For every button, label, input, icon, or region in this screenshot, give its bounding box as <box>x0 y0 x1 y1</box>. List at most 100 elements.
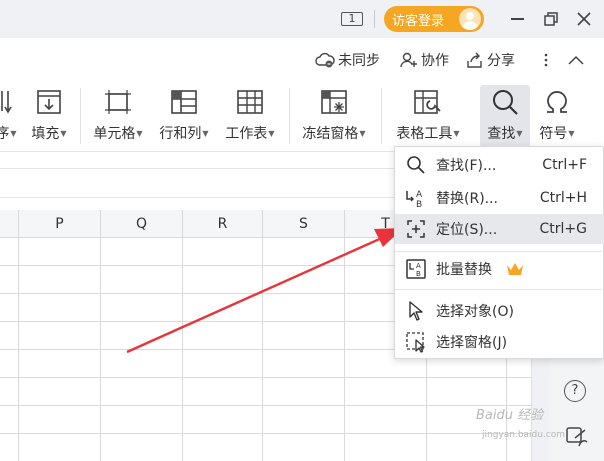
column-header-r[interactable]: R <box>182 210 262 238</box>
grid-line <box>182 238 183 461</box>
ribbon-find-button[interactable]: 查找▼ <box>480 85 530 147</box>
title-divider <box>374 10 375 28</box>
ribbon-sort-button[interactable]: 序▼ <box>0 85 20 147</box>
cloud-sync-icon <box>315 52 335 68</box>
ribbon-table-tools-label: 表格工具 <box>396 126 453 142</box>
menu-item-select-objects-label: 选择对象(O) <box>436 304 514 320</box>
sync-status-label: 未同步 <box>338 53 380 69</box>
menu-divider <box>395 289 604 290</box>
minimize-button[interactable] <box>505 6 529 32</box>
ribbon-toolbar: 序▼ 填充▼ 单元格▼ 行和列▼ 工作表▼ 冻结窗格▼ 表格工具▼ 查找▼ 符号… <box>0 82 604 152</box>
ribbon-rows-columns-button[interactable]: 行和列▼ <box>154 85 214 147</box>
visitor-login-button[interactable]: 访客登录 <box>384 6 484 32</box>
restore-icon <box>544 12 558 26</box>
locate-icon <box>407 220 425 238</box>
page-count-value: 1 <box>341 12 363 26</box>
avatar-icon <box>459 8 481 30</box>
share-label: 分享 <box>487 53 515 69</box>
ribbon-divider <box>80 88 81 144</box>
ribbon-cell-button[interactable]: 单元格▼ <box>88 85 148 147</box>
replace-icon: AB <box>406 190 423 209</box>
table-tools-icon <box>414 90 441 114</box>
collaborate-button[interactable]: 协作 <box>400 50 449 70</box>
restore-button[interactable] <box>539 6 563 32</box>
menu-item-goto[interactable]: 定位(S)... Ctrl+G <box>395 214 604 244</box>
menu-item-find-shortcut: Ctrl+F <box>542 157 587 173</box>
grid-line <box>100 238 101 461</box>
visitor-login-label: 访客登录 <box>392 13 445 29</box>
svg-text:A: A <box>416 190 423 200</box>
grid-line <box>344 238 345 461</box>
menu-item-batch-replace-label: 批量替换 <box>436 262 492 278</box>
ribbon-find-label: 查找 <box>487 126 516 142</box>
page-count-button[interactable]: 1 <box>337 6 367 32</box>
ribbon-worksheet-button[interactable]: 工作表▼ <box>220 85 280 147</box>
ribbon-freeze-panes-button[interactable]: 冻结窗格▼ <box>296 85 372 147</box>
grid-line <box>18 238 19 461</box>
sync-status-button[interactable]: 未同步 <box>315 50 380 70</box>
search-icon <box>407 156 425 174</box>
column-header-q[interactable]: Q <box>100 210 182 238</box>
fill-icon <box>37 90 61 114</box>
menu-item-find[interactable]: 查找(F)... Ctrl+F <box>395 150 604 180</box>
menu-item-selection-pane[interactable]: 选择窗格(J) <box>395 327 604 357</box>
ribbon-sort-label: 序 <box>0 126 10 142</box>
watermark-url: jingyan.baidu.com <box>482 430 566 440</box>
menu-item-goto-label: 定位(S)... <box>436 222 498 238</box>
ribbon-rows-columns-label: 行和列 <box>159 126 202 142</box>
menu-divider <box>395 251 604 252</box>
share-button[interactable]: 分享 <box>466 50 515 70</box>
help-button[interactable]: ? <box>564 380 586 402</box>
sort-icon <box>1 91 12 114</box>
ribbon-fill-label: 填充 <box>31 126 60 142</box>
ribbon-divider <box>289 88 290 144</box>
cursor-icon <box>409 301 423 321</box>
menu-item-replace[interactable]: AB 替换(R)... Ctrl+H <box>395 183 604 213</box>
freeze-panes-icon <box>321 90 347 114</box>
cell-icon <box>105 90 131 114</box>
ribbon-divider <box>381 88 382 144</box>
menu-item-find-label: 查找(F)... <box>436 158 497 174</box>
column-header-s[interactable]: S <box>262 210 344 238</box>
ribbon-fill-button[interactable]: 填充▼ <box>26 85 72 147</box>
ribbon-symbol-button[interactable]: 符号▼ <box>534 85 580 147</box>
share-icon <box>467 52 482 68</box>
menu-item-batch-replace[interactable]: AB 批量替换 <box>395 254 604 284</box>
omega-symbol-icon <box>547 91 567 113</box>
menu-item-select-objects[interactable]: 选择对象(O) <box>395 296 604 326</box>
ribbon-worksheet-label: 工作表 <box>225 126 268 142</box>
ribbon-symbol-label: 符号 <box>539 126 568 142</box>
batch-replace-icon: AB <box>406 259 426 279</box>
ribbon-table-tools-button[interactable]: 表格工具▼ <box>390 85 466 147</box>
find-dropdown-menu: 查找(F)... Ctrl+F AB 替换(R)... Ctrl+H 定位(S)… <box>394 146 604 359</box>
collapse-ribbon-button[interactable] <box>568 50 587 70</box>
collab-bar: 未同步 协作 分享 <box>0 38 604 82</box>
search-icon <box>493 90 518 115</box>
menu-item-replace-shortcut: Ctrl+H <box>539 190 587 206</box>
collaborate-label: 协作 <box>421 53 449 69</box>
collaborate-icon <box>400 52 417 68</box>
menu-item-goto-shortcut: Ctrl+G <box>539 221 588 237</box>
title-bar: 1 访客登录 <box>0 0 604 38</box>
crown-icon <box>506 262 524 280</box>
minimize-icon <box>510 18 524 20</box>
more-options-button[interactable] <box>543 50 552 70</box>
svg-text:A: A <box>416 262 421 270</box>
grid-line <box>262 238 263 461</box>
more-vertical-icon <box>544 53 548 67</box>
close-button[interactable] <box>572 6 596 32</box>
watermark-brand: Baidu 经验 <box>476 408 544 423</box>
svg-text:B: B <box>416 270 421 278</box>
ribbon-cell-label: 单元格 <box>93 126 136 142</box>
format-brush-button[interactable] <box>565 426 589 448</box>
chevron-up-icon <box>568 55 584 65</box>
help-icon: ? <box>571 383 579 398</box>
svg-text:B: B <box>416 200 422 209</box>
menu-item-replace-label: 替换(R)... <box>436 191 499 207</box>
column-header-p[interactable]: P <box>18 210 100 238</box>
brush-icon <box>566 427 588 447</box>
close-icon <box>577 12 591 26</box>
ribbon-freeze-panes-label: 冻结窗格 <box>302 126 359 142</box>
selection-pane-icon <box>406 332 425 353</box>
rows-columns-icon <box>171 90 197 114</box>
